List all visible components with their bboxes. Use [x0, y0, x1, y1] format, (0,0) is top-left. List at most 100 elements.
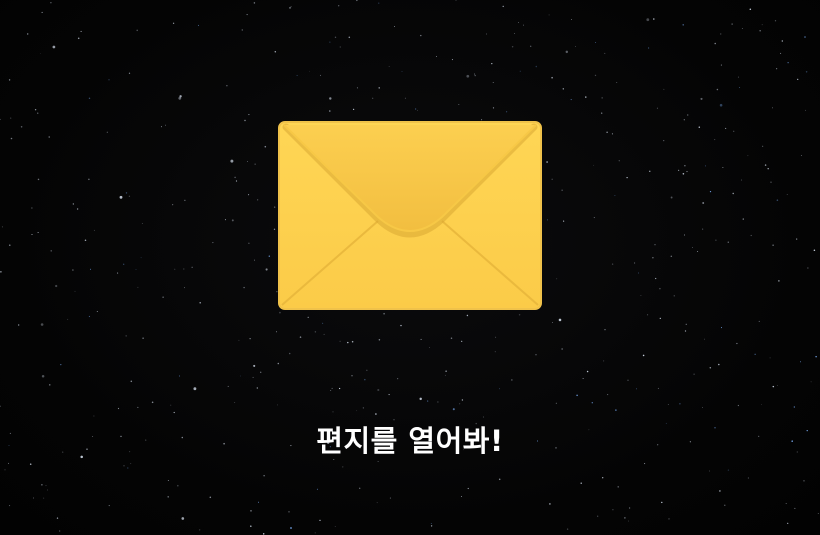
- star: [611, 263, 614, 265]
- star: [224, 219, 226, 221]
- star: [715, 239, 717, 241]
- star: [555, 402, 557, 404]
- star: [20, 126, 23, 128]
- star: [466, 314, 469, 317]
- star: [535, 354, 537, 356]
- star: [804, 36, 806, 38]
- star: [430, 523, 432, 524]
- star: [394, 26, 395, 27]
- star: [352, 108, 355, 111]
- star: [565, 50, 569, 54]
- star: [125, 192, 128, 194]
- star: [450, 337, 453, 339]
- star: [772, 107, 773, 109]
- star: [32, 497, 34, 499]
- star: [178, 375, 181, 377]
- star: [576, 394, 578, 397]
- star: [279, 311, 281, 314]
- star: [339, 46, 341, 48]
- star: [277, 404, 279, 406]
- star: [474, 74, 476, 77]
- star: [329, 41, 331, 43]
- star: [566, 528, 569, 530]
- star: [638, 272, 639, 274]
- star: [727, 241, 730, 243]
- star: [178, 96, 182, 100]
- star: [742, 218, 744, 220]
- star: [719, 33, 722, 35]
- star: [451, 59, 453, 61]
- star: [787, 62, 789, 64]
- star: [356, 0, 358, 2]
- star: [747, 155, 749, 157]
- star: [670, 196, 673, 199]
- star: [136, 29, 138, 32]
- star: [561, 189, 563, 191]
- star: [252, 376, 254, 378]
- star: [45, 485, 47, 487]
- star: [616, 82, 618, 83]
- star: [234, 176, 236, 179]
- star: [629, 507, 631, 509]
- star: [378, 2, 380, 4]
- star: [747, 477, 749, 479]
- star: [172, 22, 175, 24]
- star: [693, 373, 695, 376]
- star: [342, 466, 344, 468]
- star: [495, 336, 497, 338]
- star: [646, 18, 650, 22]
- star: [241, 29, 244, 31]
- star: [209, 496, 212, 499]
- star: [258, 501, 259, 503]
- star: [404, 97, 406, 99]
- star: [604, 329, 606, 331]
- star: [750, 234, 752, 237]
- star: [677, 169, 680, 172]
- star: [720, 327, 723, 329]
- star: [523, 24, 524, 26]
- star: [329, 97, 332, 100]
- star: [332, 411, 334, 413]
- star: [561, 348, 563, 350]
- star: [467, 487, 469, 490]
- star: [445, 370, 447, 372]
- star: [683, 119, 685, 121]
- star: [10, 137, 13, 140]
- star: [9, 505, 11, 507]
- star: [649, 170, 651, 172]
- envelope-button[interactable]: [278, 121, 542, 310]
- star: [786, 194, 788, 195]
- star: [162, 296, 164, 298]
- star: [624, 517, 626, 519]
- star: [455, 0, 457, 1]
- star: [787, 522, 789, 525]
- star: [780, 52, 782, 54]
- star: [43, 497, 45, 499]
- star: [181, 517, 185, 520]
- star: [274, 206, 276, 208]
- star: [165, 124, 167, 126]
- star: [719, 490, 721, 492]
- star: [498, 478, 501, 481]
- star: [602, 477, 604, 479]
- star: [253, 259, 256, 261]
- star: [377, 388, 380, 392]
- star: [191, 266, 193, 268]
- star: [603, 360, 605, 362]
- star: [627, 379, 629, 381]
- star: [248, 114, 250, 116]
- star: [604, 52, 606, 54]
- star: [474, 73, 475, 75]
- star: [761, 24, 763, 26]
- star: [377, 460, 379, 462]
- star: [793, 406, 795, 408]
- star: [56, 517, 59, 519]
- star: [612, 508, 614, 511]
- star: [253, 2, 256, 4]
- star: [492, 82, 494, 83]
- star: [697, 251, 699, 252]
- star: [40, 53, 41, 55]
- star: [334, 526, 336, 527]
- star: [41, 11, 43, 13]
- star: [330, 390, 332, 391]
